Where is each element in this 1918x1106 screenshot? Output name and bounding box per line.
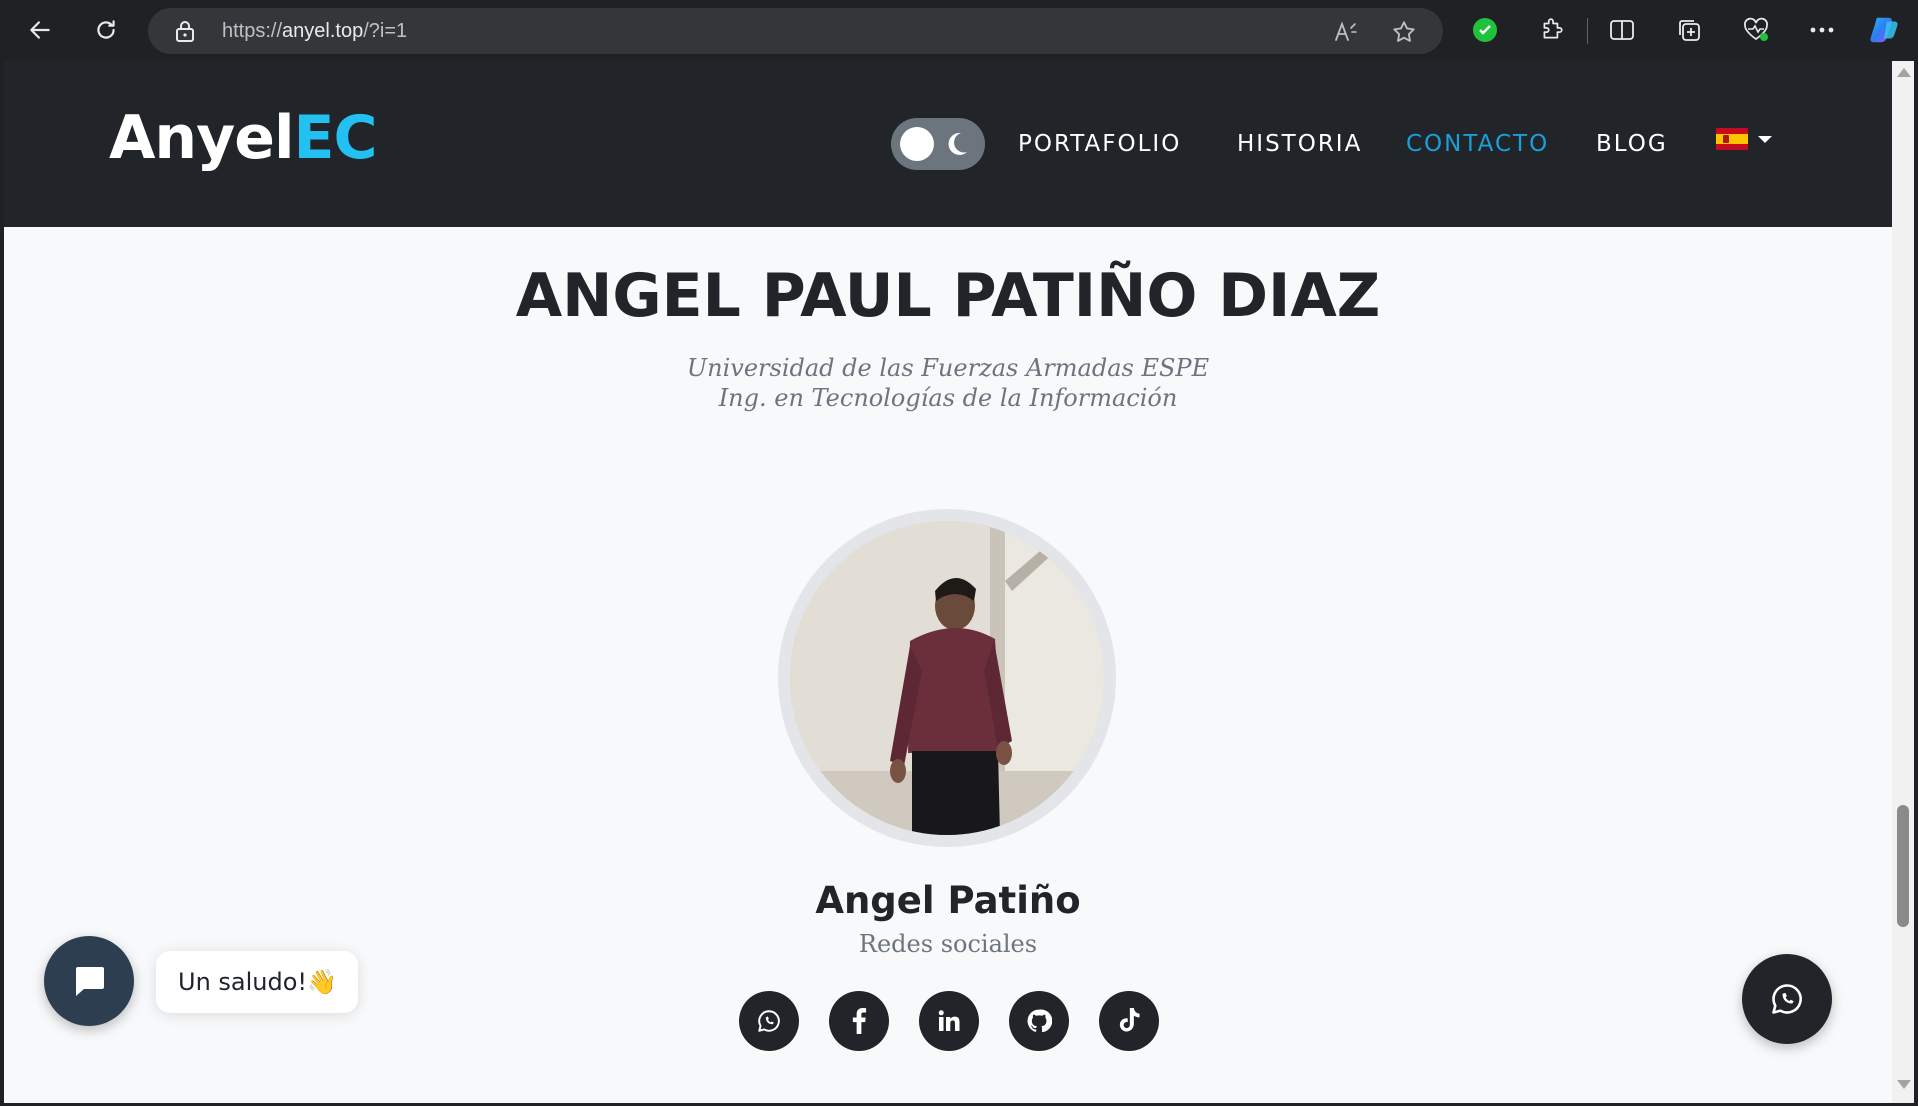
dark-mode-toggle[interactable]	[891, 118, 985, 170]
page-title: ANGEL PAUL PATIÑO DIAZ	[515, 261, 1381, 331]
tiktok-link[interactable]	[1099, 991, 1159, 1051]
scrollbar-thumb[interactable]	[1897, 805, 1909, 927]
more-options-icon[interactable]	[1806, 14, 1838, 46]
tiktok-icon	[1119, 1008, 1140, 1032]
profile-name: Angel Patiño	[815, 879, 1081, 922]
lock-icon[interactable]	[174, 19, 196, 47]
facebook-icon	[852, 1008, 867, 1034]
extensions-puzzle-icon[interactable]	[1536, 14, 1568, 46]
browser-toolbar: https://anyel.top/?i=1	[0, 0, 1918, 61]
spain-flag-icon	[1716, 128, 1748, 150]
scroll-up-arrow-icon[interactable]	[1897, 68, 1911, 77]
address-bar[interactable]: https://anyel.top/?i=1	[148, 8, 1443, 54]
github-link[interactable]	[1009, 991, 1069, 1051]
chat-button[interactable]	[44, 936, 134, 1026]
toolbar-separator	[1587, 18, 1588, 44]
collections-icon[interactable]	[1673, 14, 1705, 46]
nav-link-portfolio[interactable]: PORTAFOLIO	[1018, 131, 1181, 157]
university-subtitle: Universidad de las Fuerzas Armadas ESPE	[686, 354, 1210, 382]
whatsapp-icon	[758, 1010, 780, 1032]
whatsapp-float-button[interactable]	[1742, 954, 1832, 1044]
reload-icon	[97, 20, 115, 39]
page-viewport: AnyelEC PORTAFOLIO HISTORIA CONTACTO BLO…	[4, 61, 1892, 1104]
page-scrollbar[interactable]	[1892, 61, 1914, 1104]
read-aloud-icon[interactable]	[1333, 19, 1359, 45]
language-selector[interactable]	[1716, 128, 1772, 150]
browser-essentials-icon[interactable]	[1740, 14, 1772, 46]
site-logo[interactable]: AnyelEC	[109, 103, 378, 173]
toggle-knob	[900, 127, 934, 161]
whatsapp-icon	[1772, 984, 1802, 1014]
whatsapp-link[interactable]	[739, 991, 799, 1051]
nav-link-history[interactable]: HISTORIA	[1237, 131, 1362, 157]
favorite-star-icon[interactable]	[1391, 19, 1417, 45]
caret-down-icon	[1758, 135, 1772, 143]
chat-bubble-icon	[76, 967, 104, 996]
back-button[interactable]	[20, 10, 60, 50]
scroll-down-arrow-icon[interactable]	[1897, 1080, 1911, 1089]
split-screen-icon[interactable]	[1606, 14, 1638, 46]
extension-green-icon[interactable]	[1469, 14, 1501, 46]
reload-button[interactable]	[86, 10, 126, 50]
avatar-frame	[778, 509, 1116, 847]
window-edge	[1914, 61, 1918, 1106]
avatar	[790, 521, 1104, 835]
nav-link-blog[interactable]: BLOG	[1596, 131, 1668, 157]
chat-greeting[interactable]: Un saludo!👋	[156, 951, 358, 1013]
nav-link-contact[interactable]: CONTACTO	[1406, 131, 1549, 157]
url-text[interactable]: https://anyel.top/?i=1	[222, 20, 407, 43]
linkedin-icon	[938, 1010, 960, 1031]
arrow-left-icon	[30, 21, 50, 39]
site-navbar: AnyelEC PORTAFOLIO HISTORIA CONTACTO BLO…	[4, 61, 1892, 227]
degree-subtitle: Ing. en Tecnologías de la Información	[718, 384, 1178, 412]
facebook-link[interactable]	[829, 991, 889, 1051]
copilot-icon[interactable]	[1868, 14, 1900, 46]
linkedin-link[interactable]	[919, 991, 979, 1051]
moon-icon	[943, 130, 969, 162]
github-icon	[1027, 1009, 1052, 1033]
